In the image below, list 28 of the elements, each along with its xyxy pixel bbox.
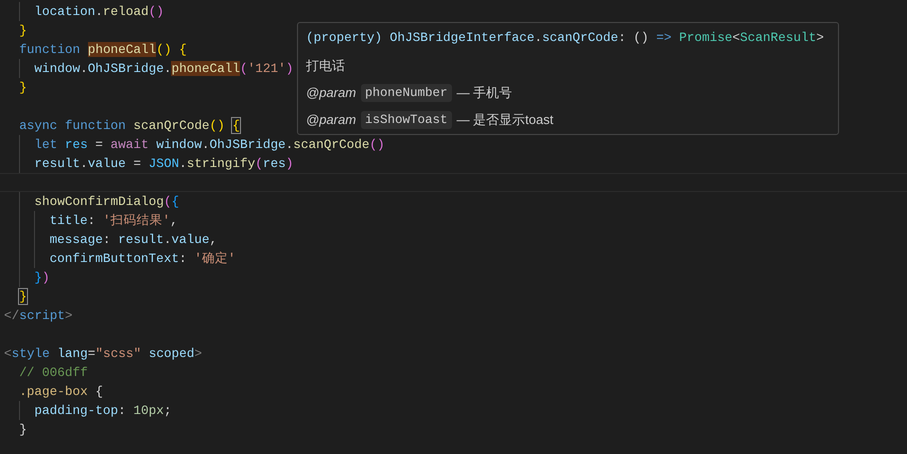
param-tag: @param (306, 111, 356, 129)
code-line: <style lang="scss" scoped> (4, 345, 202, 363)
param-description: — 是否显示toast (456, 111, 554, 129)
code-line: .page-box { (19, 383, 103, 401)
param-tag: @param (306, 84, 356, 102)
code-line: window.OhJSBridge.phoneCall('121') (34, 60, 294, 78)
code-line: </script> (4, 307, 73, 325)
code-line: showConfirmDialog({ (34, 193, 180, 211)
code-line: async function scanQrCode() { (19, 117, 240, 135)
code-line: } (19, 421, 27, 439)
code-line: } (19, 22, 27, 40)
code-line: function phoneCall() { (19, 41, 187, 59)
code-line: location.reload() (34, 3, 164, 21)
code-line: let res = await window.OhJSBridge.scanQrCode() (34, 136, 385, 154)
signature-text: (property) OhJSBridgeInterface.scanQrCode: () => Promise<ScanResult> (306, 29, 825, 47)
code-line: result.value = JSON.stringify(res) (34, 155, 294, 173)
param-description: — 手机号 (456, 84, 512, 102)
code-line: // 006dff (19, 364, 88, 382)
code-line: confirmButtonText: '确定' (50, 250, 236, 268)
description-text: 打电话 (306, 57, 346, 75)
param-name: phoneNumber (361, 84, 452, 102)
code-line: title: '扫码结果', (50, 212, 178, 230)
code-line: padding-top: 10px; (34, 402, 172, 420)
code-line: }) (34, 269, 50, 287)
param-name: isShowToast (361, 111, 452, 129)
code-line: } (19, 288, 27, 306)
code-line: message: result.value, (50, 231, 218, 249)
code-line: } (19, 79, 27, 97)
